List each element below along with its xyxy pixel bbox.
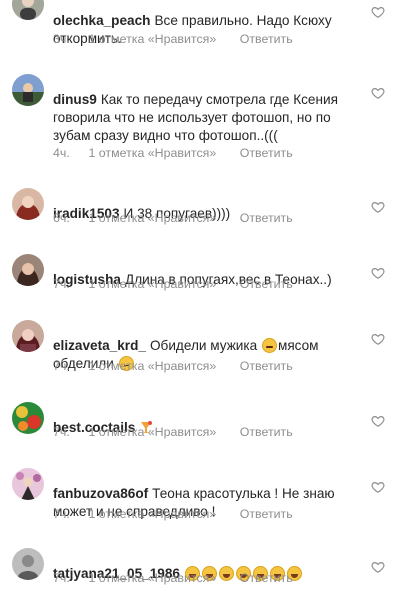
grinning-face-icon [261,338,277,353]
comment-meta: 6ч. 1 отметка «Нравится» Ответить [53,211,293,225]
heart-outline-icon[interactable] [371,86,385,100]
comment-meta: 7ч. 1 отметка «Нравится» Ответить [53,571,293,585]
reply-button[interactable]: Ответить [240,359,293,373]
heart-outline-icon[interactable] [371,266,385,280]
comment-meta: 7ч. 1 отметка «Нравится» Ответить [53,359,293,373]
comment-time[interactable]: 4ч. [53,146,85,160]
comment-likes[interactable]: 1 отметка «Нравится» [88,571,216,585]
comment-username[interactable]: olechka_peach [53,13,150,28]
avatar[interactable] [12,254,44,286]
avatar[interactable] [12,548,44,580]
avatar[interactable] [12,0,44,20]
comment-likes[interactable]: 1 отметка «Нравится» [88,425,216,439]
comment-time[interactable]: 6ч. [53,211,85,225]
avatar[interactable] [12,188,44,220]
comment-likes[interactable]: 1 отметка «Нравится» [88,32,216,46]
comment-meta: 7ч. 1 отметка «Нравится» Ответить [53,425,293,439]
heart-outline-icon[interactable] [371,200,385,214]
reply-button[interactable]: Ответить [240,146,293,160]
comment-meta: 7ч. 1 отметка «Нравится» Ответить [53,507,293,521]
reply-button[interactable]: Ответить [240,211,293,225]
heart-outline-icon[interactable] [371,5,385,19]
comment-likes[interactable]: 1 отметка «Нравится» [88,507,216,521]
heart-outline-icon[interactable] [371,560,385,574]
comment-time[interactable]: 7ч. [53,425,85,439]
comment-likes[interactable]: 1 отметка «Нравится» [88,359,216,373]
reply-button[interactable]: Ответить [240,277,293,291]
avatar[interactable] [12,320,44,352]
avatar[interactable] [12,402,44,434]
comment-text: dinus9 Как то передачу смотрела где Ксени… [53,73,353,145]
comment-likes[interactable]: 1 отметка «Нравится» [88,277,216,291]
reply-button[interactable]: Ответить [240,32,293,46]
heart-outline-icon[interactable] [371,480,385,494]
comment-time[interactable]: 3ч. [53,32,85,46]
avatar[interactable] [12,468,44,500]
comment-time[interactable]: 7ч. [53,571,85,585]
comment-meta: 4ч. 1 отметка «Нравится» Ответить [53,146,293,160]
comment-time[interactable]: 7ч. [53,507,85,521]
comment-time[interactable]: 7ч. [53,277,85,291]
avatar[interactable] [12,74,44,106]
comment-meta: 3ч. 1 отметка «Нравится» Ответить [53,32,293,46]
comment-meta: 7ч. 1 отметка «Нравится» Ответить [53,277,293,291]
comment-username[interactable]: elizaveta_krd_ [53,338,146,353]
comment-username[interactable]: dinus9 [53,92,97,107]
heart-outline-icon[interactable] [371,414,385,428]
reply-button[interactable]: Ответить [240,571,293,585]
reply-button[interactable]: Ответить [240,507,293,521]
heart-outline-icon[interactable] [371,332,385,346]
reply-button[interactable]: Ответить [240,425,293,439]
comment-time[interactable]: 7ч. [53,359,85,373]
comment-likes[interactable]: 1 отметка «Нравится» [88,146,216,160]
comment-body: Обидели мужика [149,338,261,353]
comment-username[interactable]: fanbuzova86of [53,486,148,501]
comment-likes[interactable]: 1 отметка «Нравится» [88,211,216,225]
